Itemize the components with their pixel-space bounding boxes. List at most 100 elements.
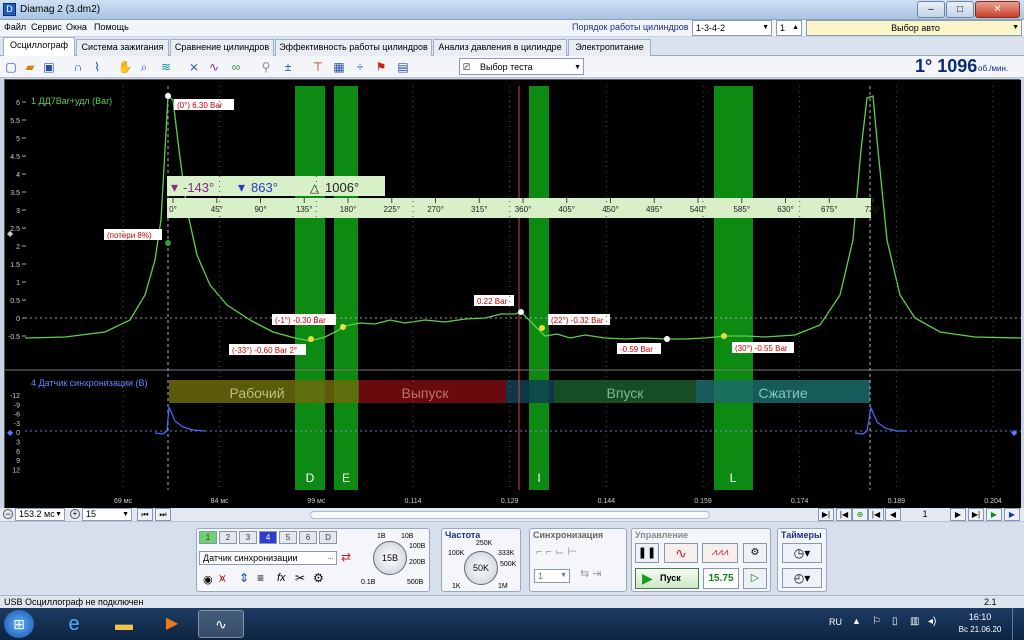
tab-oscilloscope[interactable]: Осциллограф	[3, 37, 75, 56]
sensor-select[interactable]: Датчик синхронизации…	[199, 551, 337, 565]
eye-icon[interactable]: ◉	[203, 573, 213, 586]
timebase-select[interactable]: 153.2 мс ▼	[15, 508, 65, 521]
channel-button-1[interactable]: 1	[199, 531, 217, 544]
prev-page-button[interactable]: |◀	[868, 508, 884, 521]
frequency-knob[interactable]: 50K	[464, 551, 498, 585]
channel-button-2[interactable]: 2	[219, 531, 237, 544]
signal-icon[interactable]: ⌇	[89, 59, 105, 75]
voltage-knob[interactable]: 15В	[373, 541, 407, 575]
clock-date[interactable]: Вс 21.06.20	[950, 625, 1010, 634]
diamag-taskbar-icon[interactable]: ∿	[198, 610, 244, 638]
play-back-button[interactable]: ▶|	[818, 508, 834, 521]
start-button[interactable]: ▶ Пуск	[635, 568, 699, 589]
time-tick-label: 0.204	[984, 498, 1002, 505]
channel-button-4[interactable]: 4	[259, 531, 277, 544]
timer-2-button[interactable]: ◴▾	[782, 568, 822, 588]
menu-service[interactable]: Сервис	[31, 22, 62, 32]
arc-icon[interactable]: ∩	[70, 59, 86, 75]
tab-power[interactable]: Электропитание	[568, 39, 651, 56]
cylinder-order-select[interactable]: 1-3-4-2 ▼	[692, 20, 772, 36]
next-button[interactable]: ▶	[950, 508, 966, 521]
clock-time[interactable]: 16:10	[960, 612, 1000, 622]
table-icon[interactable]: ▦	[331, 59, 347, 75]
close-button[interactable]: ✕	[975, 1, 1020, 18]
hand-icon[interactable]: ✋	[117, 59, 133, 75]
tools-icon[interactable]: ✂	[295, 571, 305, 585]
minimize-button[interactable]: –	[917, 1, 945, 18]
flag-icon[interactable]: ⚑	[373, 59, 389, 75]
add-icon[interactable]: ⊕	[852, 508, 868, 521]
auto-select[interactable]: Выбор авто ▼	[806, 20, 1022, 36]
oscilloscope-view[interactable]: Рабочий Выпуск Впуск Сжатие D E I L (0°)…	[4, 79, 1021, 509]
new-file-icon[interactable]: ▢	[3, 59, 19, 75]
cursor-icon[interactable]: ⊤	[310, 59, 326, 75]
filter-icon[interactable]: ≋	[158, 59, 174, 75]
settings-icon[interactable]: ⚙	[313, 571, 324, 585]
zoom-out-icon[interactable]: −	[3, 509, 13, 519]
maximize-button[interactable]: □	[946, 1, 974, 18]
wave-type-icon[interactable]: ⩙	[219, 571, 226, 586]
timeline-scrollbar[interactable]	[310, 511, 710, 519]
prev-button[interactable]: ◀	[885, 508, 901, 521]
menu-help[interactable]: Помощь	[94, 22, 129, 32]
sync-select[interactable]: 1 ▼	[534, 569, 570, 583]
language-indicator[interactable]: RU	[829, 617, 842, 627]
media-player-icon[interactable]: ▶	[154, 611, 190, 637]
tab-cylinder-compare[interactable]: Сравнение цилиндров	[170, 39, 274, 56]
open-folder-icon[interactable]: ▰	[22, 59, 38, 75]
cylinder-number-stepper[interactable]: 1 ▲	[776, 20, 802, 36]
test-select[interactable]: ⎚ Выбор теста ▼	[459, 58, 584, 75]
scale-icon[interactable]: ⇕	[239, 571, 249, 585]
split-icon[interactable]: ⨯	[186, 59, 202, 75]
save-icon[interactable]: ▣	[41, 59, 57, 75]
trigger-icon[interactable]: ⚲	[258, 59, 274, 75]
noise-mode-button[interactable]: ⩘⩘⩘	[702, 543, 738, 563]
last-frame-button[interactable]: ⏭	[155, 508, 171, 521]
zoom-icon[interactable]: ⌕	[136, 59, 152, 75]
show-desktop-button[interactable]	[1012, 608, 1024, 640]
tab-ignition[interactable]: Система зажигания	[76, 39, 169, 56]
wave-icon[interactable]: ∿	[206, 59, 222, 75]
ie-icon[interactable]: e	[56, 611, 92, 637]
tray-flag-icon[interactable]: ⚐	[872, 616, 881, 627]
next-page-button[interactable]: ▶|	[968, 508, 984, 521]
channel-button-6[interactable]: 6	[299, 531, 317, 544]
menu-file[interactable]: Файл	[4, 22, 26, 32]
pause-button[interactable]: ❚❚	[635, 543, 659, 563]
tray-network-icon[interactable]: ▥	[910, 616, 919, 627]
channel-button-3[interactable]: 3	[239, 531, 257, 544]
page-icon[interactable]: ▤	[395, 59, 411, 75]
count-select[interactable]: 15 ▼	[82, 508, 132, 521]
zoom-in-icon[interactable]: +	[70, 509, 80, 519]
tray-arrow-icon[interactable]: ▲	[852, 616, 861, 626]
oscilloscope-plot[interactable]: Рабочий Выпуск Впуск Сжатие D E I L (0°)…	[5, 80, 1021, 509]
sync-arrows-icon[interactable]: ⇆ ⇥	[580, 567, 602, 580]
overlay-icon[interactable]: ∞	[228, 59, 244, 75]
sync-edge-icon[interactable]: ⌐ ⌐ ⌙ ⊢	[536, 545, 577, 558]
timer-1-button[interactable]: ◷▾	[782, 543, 822, 563]
sensor-link-icon[interactable]: ⇄	[341, 550, 351, 564]
auto-icon[interactable]: ⚙	[743, 543, 767, 563]
play-fast-button[interactable]: ▶	[1004, 508, 1020, 521]
first-frame-button[interactable]: ⏮	[137, 508, 153, 521]
channel-button-d[interactable]: D	[319, 531, 337, 544]
play-button[interactable]: ▶	[986, 508, 1002, 521]
delta-value: 1006°	[325, 180, 359, 195]
tray-battery-icon[interactable]: ▯	[892, 616, 898, 627]
sine-mode-button[interactable]: ∿	[664, 543, 698, 563]
tab-pressure-analysis[interactable]: Анализ давления в цилиндре	[433, 39, 567, 56]
start-menu-icon[interactable]: ⊞	[4, 610, 34, 638]
explorer-icon[interactable]: ▬	[106, 611, 142, 637]
auto-start-icon[interactable]: ▷	[743, 568, 767, 589]
lines-icon[interactable]: ≡	[257, 571, 264, 585]
degree-tick-label: 90°	[254, 205, 266, 214]
channel-button-5[interactable]: 5	[279, 531, 297, 544]
skip-back-button[interactable]: |◀	[836, 508, 852, 521]
tray-volume-icon[interactable]: ◂)	[928, 616, 936, 627]
menu-windows[interactable]: Окна	[66, 22, 87, 32]
degree-tick-label: 0°	[169, 205, 177, 214]
zero-icon[interactable]: ±	[280, 59, 296, 75]
tab-cylinder-efficiency[interactable]: Эффективность работы цилиндров	[275, 39, 432, 56]
markers-icon[interactable]: ÷	[352, 59, 368, 75]
function-icon[interactable]: fx	[277, 572, 286, 584]
